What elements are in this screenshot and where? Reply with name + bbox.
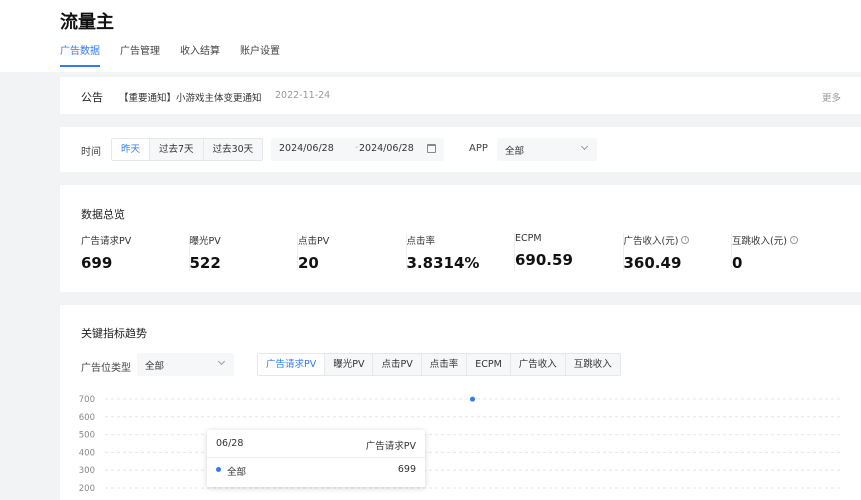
y-tick-label: 200 xyxy=(79,484,95,494)
notice-text[interactable]: 【重要通知】小游戏主体变更通知 xyxy=(119,90,262,104)
metric-click-pv: 点击PV 20 xyxy=(298,233,407,272)
tooltip-divider xyxy=(207,457,425,458)
metric-impression-pv: 曝光PV 522 xyxy=(189,233,298,272)
tooltip-date: 06/28 xyxy=(216,438,244,449)
filter-card: 时间 昨天 过去7天 过去30天 2024/06/28 - 2024/06/28… xyxy=(60,127,861,172)
notice-card: 公告 【重要通知】小游戏主体变更通知 2022-11-24 更多 xyxy=(60,77,861,114)
notice-label: 公告 xyxy=(81,91,103,104)
notice-date: 2022-11-24 xyxy=(275,90,331,101)
trend-card: 关键指标趋势 广告位类型 全部 广告请求PV 曝光PV 点击PV 点击率 ECP… xyxy=(60,305,861,500)
tab-account-settings[interactable]: 账户设置 xyxy=(240,45,280,67)
metric-value: 522 xyxy=(189,254,221,272)
metric-tab-click-pv[interactable]: 点击PV xyxy=(373,354,422,375)
y-tick-label: 500 xyxy=(79,431,95,441)
date-separator: - xyxy=(355,142,359,153)
overview-title: 数据总览 xyxy=(81,208,125,221)
metric-tab-ctr[interactable]: 点击率 xyxy=(422,354,468,375)
calendar-icon xyxy=(427,144,436,153)
app-label: APP xyxy=(469,143,488,154)
main-tabs: 广告数据 广告管理 收入结算 账户设置 xyxy=(60,45,300,67)
y-tick-label: 400 xyxy=(79,448,95,458)
metric-value: 20 xyxy=(298,254,319,272)
tooltip-series-name: 全部 xyxy=(227,467,247,478)
tab-revenue-settlement[interactable]: 收入结算 xyxy=(180,45,220,67)
app-select-value: 全部 xyxy=(505,146,525,157)
metrics-row: 广告请求PV 699 曝光PV 522 点击PV 20 点击率 3.8314% … xyxy=(81,233,841,272)
metric-label: 互跳收入(元) xyxy=(732,236,787,247)
metric-tab-ecpm[interactable]: ECPM xyxy=(467,354,511,375)
chevron-down-icon xyxy=(580,142,589,151)
trend-chart[interactable]: 200 300 400 500 600 700 xyxy=(60,388,861,500)
overview-card: 数据总览 广告请求PV 699 曝光PV 522 点击PV 20 点击率 3.8… xyxy=(60,185,861,292)
time-range-segment: 昨天 过去7天 过去30天 xyxy=(111,138,264,161)
top-bar: 流量主 广告数据 广告管理 收入结算 账户设置 xyxy=(0,0,861,72)
metric-label: 广告收入(元) xyxy=(623,236,679,247)
metric-label: 点击PV xyxy=(298,236,330,247)
tooltip-value: 699 xyxy=(397,464,416,475)
time-option-7-days[interactable]: 过去7天 xyxy=(150,139,204,160)
metric-value: 3.8314% xyxy=(406,254,480,272)
time-option-yesterday[interactable]: 昨天 xyxy=(112,139,151,160)
date-start: 2024/06/28 xyxy=(279,143,334,154)
metric-label: 曝光PV xyxy=(189,236,221,247)
data-point[interactable] xyxy=(470,396,475,402)
metric-ad-request-pv: 广告请求PV 699 xyxy=(81,233,190,272)
info-icon[interactable]: i xyxy=(789,236,798,244)
metric-label: 广告请求PV xyxy=(81,236,132,247)
metric-tab-ad-request-pv[interactable]: 广告请求PV xyxy=(258,354,326,375)
trend-title: 关键指标趋势 xyxy=(81,327,147,340)
metric-value: 699 xyxy=(81,254,113,272)
metric-ctr: 点击率 3.8314% xyxy=(406,233,515,272)
metric-tab-impression-pv[interactable]: 曝光PV xyxy=(325,354,374,375)
slot-type-label: 广告位类型 xyxy=(81,363,131,374)
metric-ad-revenue: 广告收入(元) i 360.49 xyxy=(623,233,732,272)
tab-ad-data[interactable]: 广告数据 xyxy=(60,45,100,67)
metric-label: 点击率 xyxy=(406,236,436,247)
time-option-30-days[interactable]: 过去30天 xyxy=(204,139,263,160)
app-select[interactable]: 全部 xyxy=(497,138,597,161)
notice-more-link[interactable]: 更多 xyxy=(822,90,841,104)
tab-ad-management[interactable]: 广告管理 xyxy=(120,45,160,67)
metric-label: ECPM xyxy=(515,233,542,244)
time-label: 时间 xyxy=(81,147,101,158)
y-tick-label: 600 xyxy=(79,413,95,423)
metric-ecpm: ECPM 690.59 xyxy=(515,233,624,271)
date-end: 2024/06/28 xyxy=(359,143,414,154)
metric-tabs: 广告请求PV 曝光PV 点击PV 点击率 ECPM 广告收入 互跳收入 xyxy=(257,353,621,376)
slot-type-select[interactable]: 全部 xyxy=(137,353,234,376)
chevron-down-icon xyxy=(217,357,226,366)
metric-tab-ad-revenue[interactable]: 广告收入 xyxy=(511,354,566,375)
date-range-picker[interactable]: 2024/06/28 - 2024/06/28 xyxy=(271,138,444,161)
metric-cross-jump-revenue: 互跳收入(元) i 0 xyxy=(732,233,841,272)
metric-tab-cross-jump-revenue[interactable]: 互跳收入 xyxy=(566,354,620,375)
slot-type-value: 全部 xyxy=(145,361,165,372)
metric-value: 0 xyxy=(732,254,743,272)
info-icon[interactable]: i xyxy=(681,236,690,244)
tooltip-series-dot xyxy=(216,467,221,472)
app-title: 流量主 xyxy=(60,12,114,33)
y-tick-label: 700 xyxy=(79,395,95,405)
metric-value: 690.59 xyxy=(515,251,573,269)
metric-value: 360.49 xyxy=(623,254,682,272)
y-tick-label: 300 xyxy=(79,466,95,476)
chart-tooltip: 06/28 广告请求PV 全部 699 xyxy=(207,430,425,487)
tooltip-metric: 广告请求PV xyxy=(365,441,416,452)
